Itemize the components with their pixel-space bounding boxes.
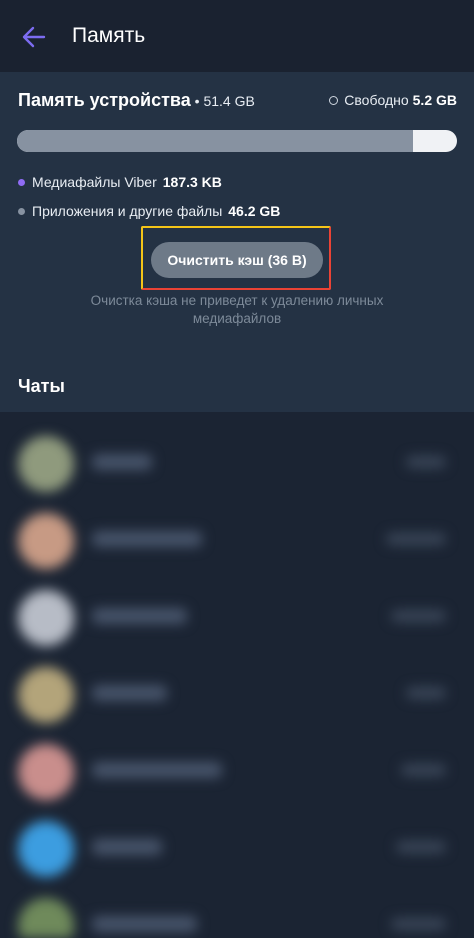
chat-size-blurred (401, 764, 446, 776)
chat-avatar (18, 667, 74, 723)
clear-cache-button[interactable]: Очистить кэш (36 B) (151, 242, 323, 278)
clear-cache-hint: Очистка кэша не приведет к удалению личн… (90, 293, 384, 326)
legend-value: 46.2 GB (228, 203, 281, 219)
chat-avatar (18, 513, 74, 569)
chat-list-item[interactable] (0, 886, 474, 938)
chat-name-blurred (92, 916, 197, 932)
page-title: Память (72, 24, 146, 47)
legend-dot-icon (18, 207, 25, 215)
chat-list-item[interactable] (0, 655, 474, 731)
chat-size-blurred (396, 841, 446, 853)
free-value: 5.2 GB (412, 92, 457, 108)
chat-name-blurred (92, 762, 222, 778)
storage-title-label: Память устройства (18, 90, 191, 110)
storage-usage-fill (17, 130, 413, 152)
legend-apps-other: Приложения и другие файлы 46.2 GB (18, 203, 280, 219)
chat-size-blurred (391, 610, 446, 622)
app-bar: Память (0, 0, 474, 72)
storage-total: 51.4 GB (203, 93, 255, 109)
chat-avatar (18, 590, 74, 646)
legend-viber-media: Медиафайлы Viber 187.3 KB (18, 174, 222, 190)
chat-size-blurred (406, 456, 446, 468)
storage-usage-bar (17, 130, 457, 152)
chats-section-title: Чаты (18, 376, 65, 396)
chat-avatar (18, 744, 74, 800)
chat-name-blurred (92, 839, 162, 855)
chat-list-item[interactable] (0, 809, 474, 885)
chat-list (0, 412, 474, 938)
legend-label: Приложения и другие файлы (32, 203, 223, 219)
chat-avatar (18, 898, 74, 938)
chat-size-blurred (391, 918, 446, 930)
chat-name-blurred (92, 608, 187, 624)
arrow-left-icon (22, 26, 46, 48)
chat-list-item[interactable] (0, 732, 474, 808)
storage-title: Память устройства • 51.4 GB (18, 90, 255, 111)
free-space: Свободно 5.2 GB (329, 92, 457, 108)
chat-name-blurred (92, 685, 167, 701)
back-button[interactable] (16, 20, 52, 54)
chat-list-item[interactable] (0, 424, 474, 500)
chat-size-blurred (406, 687, 446, 699)
free-label: Свободно (344, 92, 409, 108)
legend-dot-icon (18, 178, 25, 186)
chat-name-blurred (92, 454, 152, 470)
chat-size-blurred (386, 533, 446, 545)
chat-list-item[interactable] (0, 501, 474, 577)
chat-avatar (18, 821, 74, 877)
legend-value: 187.3 KB (162, 174, 222, 190)
legend-label: Медиафайлы Viber (32, 174, 157, 190)
chat-list-item[interactable] (0, 578, 474, 654)
free-dot-icon (329, 95, 339, 105)
chat-name-blurred (92, 531, 202, 547)
storage-separator: • (190, 93, 204, 109)
chat-avatar (18, 436, 74, 492)
